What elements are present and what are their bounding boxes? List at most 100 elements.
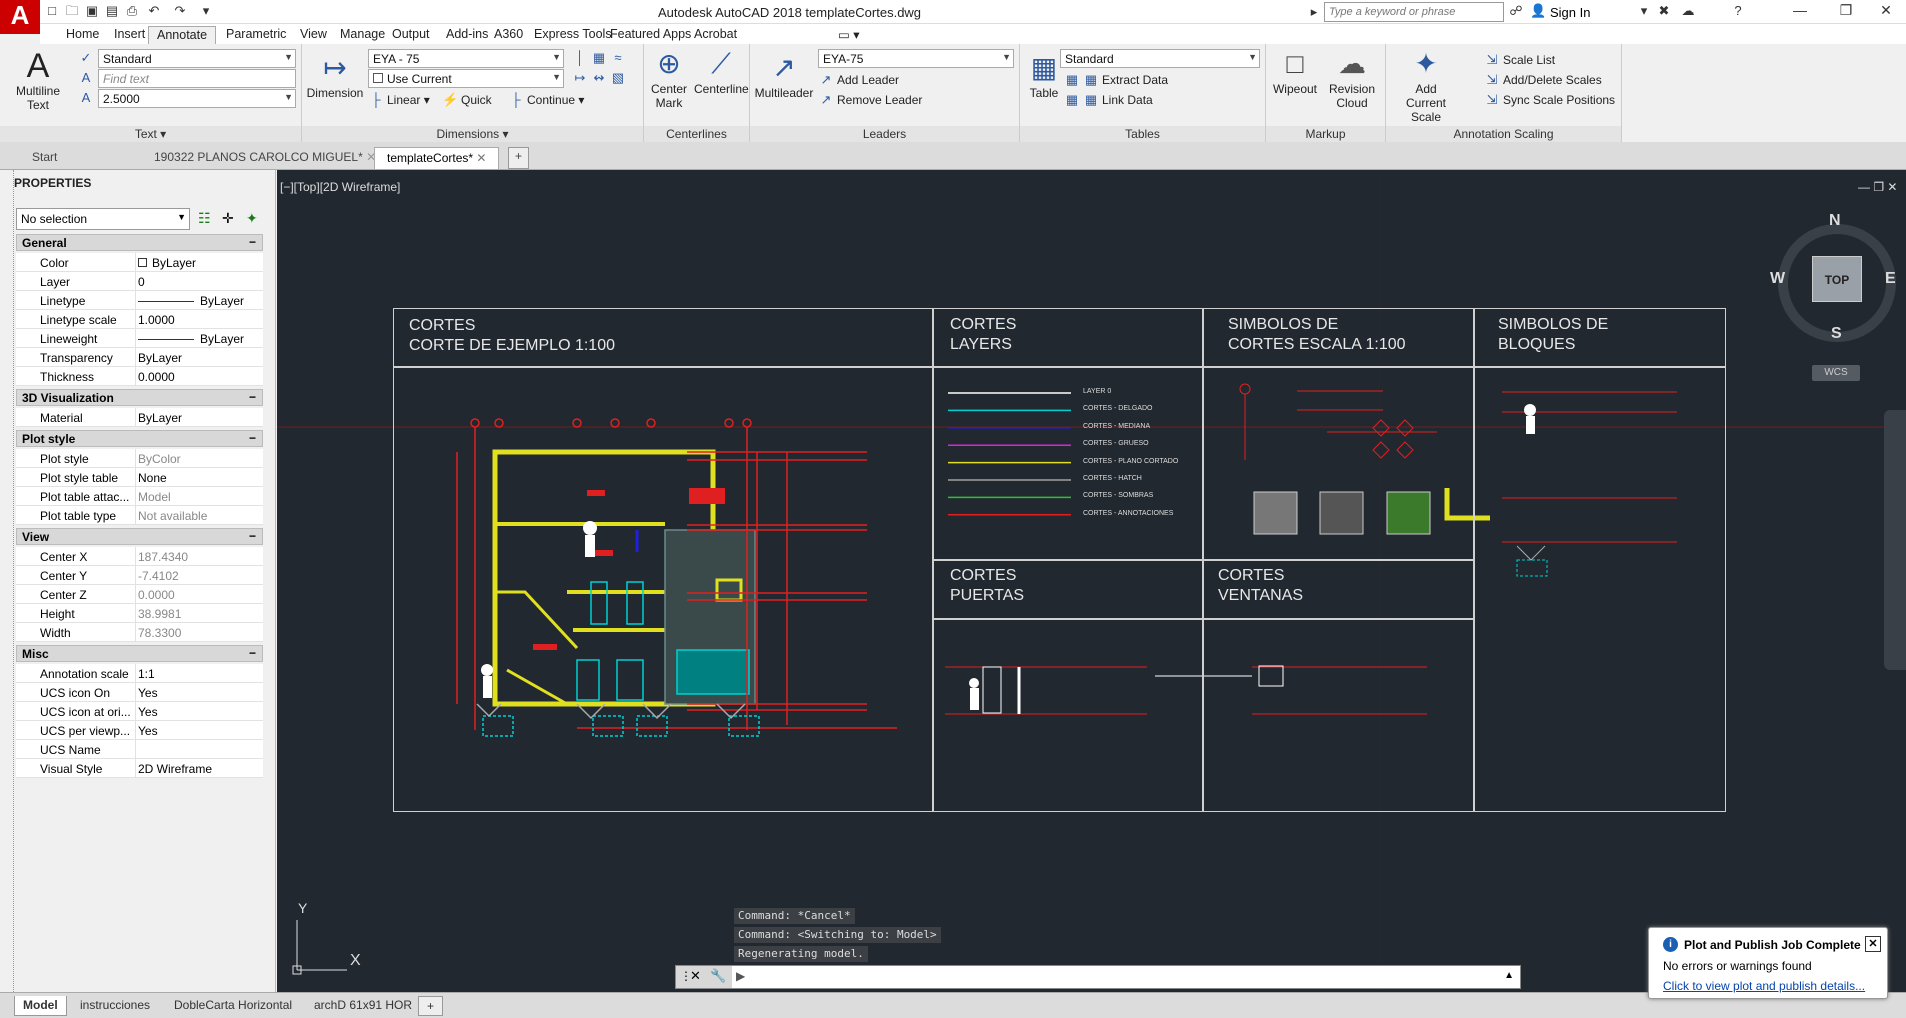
text-style-select[interactable]: Standard ▼	[98, 49, 296, 68]
ribbon-tab-home[interactable]: Home	[58, 26, 107, 44]
prop-row[interactable]: Plot style table None	[16, 468, 263, 487]
add-current-scale-button[interactable]: ✦ Add Current Scale	[1388, 48, 1464, 124]
remove-leader-button[interactable]: ↗ Remove Leader	[818, 92, 923, 108]
collapse-icon[interactable]: −	[249, 431, 256, 445]
close-icon[interactable]: ✕	[690, 968, 701, 984]
prop-row[interactable]: Center X 187.4340	[16, 547, 263, 566]
prop-row[interactable]: Linetype ByLayer	[16, 291, 263, 310]
new-tab-button[interactable]: +	[508, 147, 530, 169]
help-icon[interactable]: ?	[1730, 3, 1746, 19]
notification-close-button[interactable]: ✕	[1865, 936, 1881, 952]
dimensions-panel-title[interactable]: Dimensions ▾	[302, 126, 643, 142]
prop-row[interactable]: Transparency ByLayer	[16, 348, 263, 367]
revision-cloud-button[interactable]: ☁ Revision Cloud	[1324, 48, 1380, 110]
table-style-select[interactable]: Standard ▼	[1060, 49, 1260, 68]
scale-list-button[interactable]: ⇲ Scale List	[1484, 52, 1555, 68]
wipeout-button[interactable]: □ Wipeout	[1268, 48, 1322, 96]
ribbon-tab-acrobat[interactable]: Acrobat	[686, 26, 745, 44]
restore-button[interactable]: ❐	[1832, 2, 1860, 22]
dropdown-arrow-icon[interactable]: ▾	[1636, 3, 1652, 19]
add-leader-button[interactable]: ↗ Add Leader	[818, 72, 900, 88]
dim-break-icon[interactable]: │ ▦ ≈	[572, 50, 629, 66]
command-prompt-icon[interactable]: ▶	[736, 969, 745, 983]
prop-value[interactable]: 1:1	[138, 667, 155, 681]
center-mark-button[interactable]: ⊕ Center Mark	[646, 48, 692, 110]
prop-section-misc[interactable]: Misc −	[16, 645, 263, 662]
prop-value[interactable]: Model	[138, 490, 171, 504]
multiline-text-button[interactable]: A Multiline Text	[8, 49, 68, 112]
doc-tab-start[interactable]: Start	[20, 147, 69, 169]
collapse-icon[interactable]: −	[249, 529, 256, 543]
prop-value[interactable]: 0.0000	[138, 588, 175, 602]
prop-row[interactable]: Center Y -7.4102	[16, 566, 263, 585]
quick-select-icon[interactable]: ✦	[246, 210, 258, 227]
redo-icon[interactable]: ↷	[172, 3, 188, 19]
centerline-button[interactable]: ⟋ Centerline	[694, 48, 749, 96]
ribbon-tab-parametric[interactable]: Parametric	[218, 26, 294, 44]
link-data-button[interactable]: ▦ ▦ Link Data	[1064, 92, 1153, 108]
save-as-icon[interactable]: ▤	[104, 3, 120, 19]
text-panel-title[interactable]: Text ▾	[0, 126, 301, 142]
ribbon-minimize-button[interactable]: ▭ ▾	[830, 26, 868, 44]
palette-grip[interactable]	[4, 170, 14, 1018]
quick-dimension-button[interactable]: ⚡ Quick	[442, 92, 492, 108]
prop-value[interactable]: Yes	[138, 686, 158, 700]
viewcube-top-face[interactable]: TOP	[1812, 256, 1862, 302]
undo-icon[interactable]: ↶	[146, 3, 162, 19]
notification-details-link[interactable]: Click to view plot and publish details..…	[1663, 979, 1865, 993]
prop-value[interactable]: None	[138, 471, 167, 485]
prop-row[interactable]: UCS icon at ori... Yes	[16, 702, 263, 721]
plot-icon[interactable]: ⎙	[124, 3, 140, 19]
prop-value[interactable]: ByLayer	[138, 256, 196, 270]
open-file-icon[interactable]: 🗀	[64, 3, 80, 19]
selection-select[interactable]: No selection ▼	[16, 208, 190, 230]
prop-row[interactable]: Layer 0	[16, 272, 263, 291]
prop-value[interactable]: ByColor	[138, 452, 181, 466]
linear-dimension-button[interactable]: ├ Linear ▾	[368, 92, 429, 107]
prop-value[interactable]: 0.0000	[138, 370, 175, 384]
ribbon-tab-featured-apps[interactable]: Featured Apps	[602, 26, 699, 44]
prop-row[interactable]: Plot table type Not available	[16, 506, 263, 525]
extract-data-button[interactable]: ▦ ▦ Extract Data	[1064, 72, 1168, 88]
prop-section-view[interactable]: View −	[16, 528, 263, 545]
dimension-button[interactable]: ↦ Dimension	[306, 52, 364, 100]
find-text-input[interactable]: Find text	[98, 69, 296, 88]
prop-value[interactable]: ByLayer	[138, 411, 182, 425]
application-menu-button[interactable]: A	[0, 0, 40, 34]
dimension-style-select[interactable]: EYA - 75 ▼	[368, 49, 564, 68]
prop-row[interactable]: UCS Name	[16, 740, 263, 759]
doc-tab-templatecortes[interactable]: templateCortes* ✕	[374, 147, 500, 169]
prop-row[interactable]: UCS per viewp... Yes	[16, 721, 263, 740]
ribbon-tab-view[interactable]: View	[292, 26, 335, 44]
sign-in-button[interactable]: Sign In	[1550, 5, 1590, 20]
prop-value[interactable]: 187.4340	[138, 550, 188, 564]
prop-value[interactable]: 0	[138, 275, 145, 289]
prop-row[interactable]: Width 78.3300	[16, 623, 263, 642]
prop-value[interactable]: Yes	[138, 705, 158, 719]
ribbon-tab-insert[interactable]: Insert	[106, 26, 153, 44]
prop-row[interactable]: Material ByLayer	[16, 408, 263, 427]
mleader-style-select[interactable]: EYA-75 ▼	[818, 49, 1014, 68]
new-layout-button[interactable]: +	[418, 996, 444, 1016]
save-icon[interactable]: ▣	[84, 3, 100, 19]
command-input[interactable]	[756, 968, 1476, 986]
prop-section-plot-style[interactable]: Plot style −	[16, 430, 263, 447]
select-objects-icon[interactable]: ✛	[222, 210, 234, 227]
new-file-icon[interactable]: □	[44, 3, 60, 19]
navigation-bar[interactable]	[1884, 410, 1906, 670]
add-delete-scales-button[interactable]: ⇲ Add/Delete Scales	[1484, 72, 1602, 88]
prop-value[interactable]: 78.3300	[138, 626, 181, 640]
recent-commands-icon[interactable]: ▲	[1504, 970, 1514, 981]
minimize-button[interactable]: —	[1786, 2, 1814, 22]
expand-arrow-icon[interactable]: ▸	[1306, 4, 1322, 20]
prop-value[interactable]: Yes	[138, 724, 158, 738]
toggle-pickadd-icon[interactable]: ☷	[198, 210, 211, 227]
collapse-icon[interactable]: −	[249, 235, 256, 249]
prop-row[interactable]: Lineweight ByLayer	[16, 329, 263, 348]
close-button[interactable]: ✕	[1872, 2, 1900, 22]
compass-east[interactable]: E	[1885, 270, 1896, 288]
table-button[interactable]: ▦ Table	[1024, 52, 1064, 100]
compass-south[interactable]: S	[1831, 325, 1842, 343]
prop-row[interactable]: UCS icon On Yes	[16, 683, 263, 702]
prop-value[interactable]: ByLayer	[138, 294, 244, 308]
